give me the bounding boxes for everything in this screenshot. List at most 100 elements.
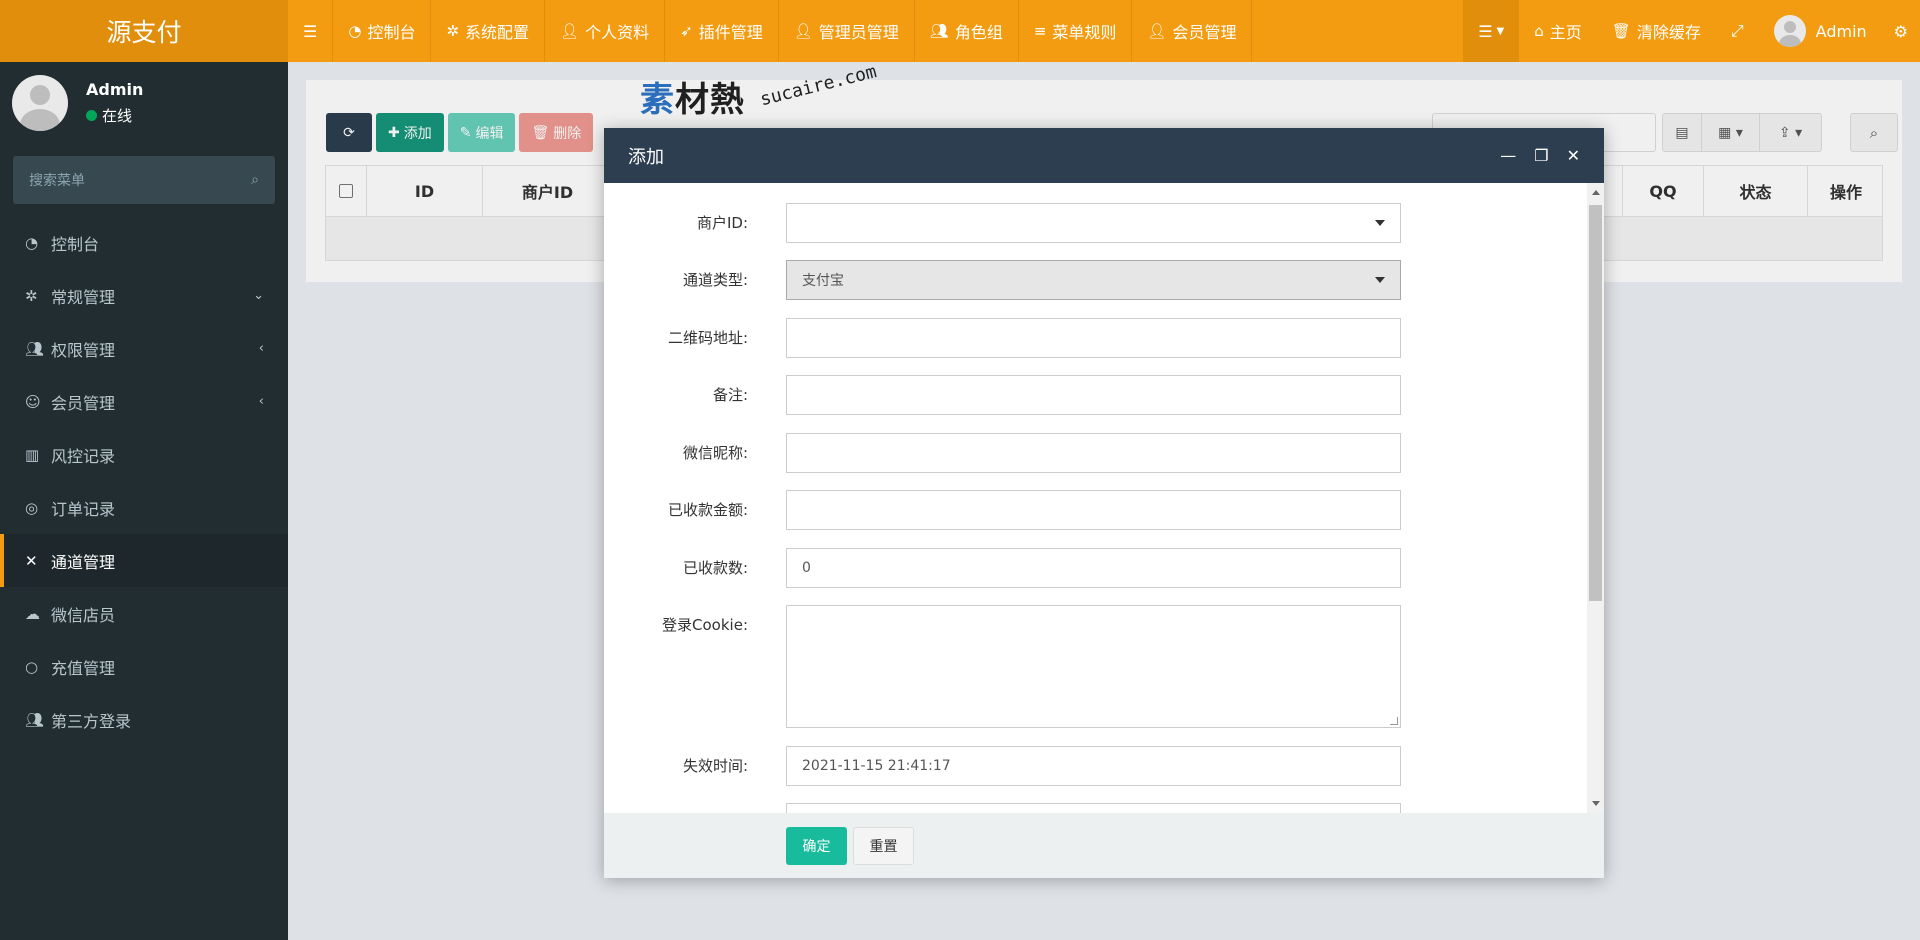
- cogs-icon: ⚙: [1893, 21, 1908, 41]
- sidebar-item-label: 微信店员: [51, 605, 116, 625]
- caret-down-icon: ▼: [1496, 25, 1505, 37]
- channel-type-value: 支付宝: [802, 273, 844, 289]
- channel-type-select[interactable]: 支付宝: [786, 260, 1401, 300]
- sidebar-item-members[interactable]: ☺ 会员管理 ‹: [0, 375, 288, 428]
- sidebar-item-label: 常规管理: [51, 287, 116, 307]
- field-label: 商户ID:: [696, 214, 748, 232]
- qrcode-url-input[interactable]: [786, 318, 1401, 358]
- home-link[interactable]: ⌂ 主页: [1519, 0, 1597, 62]
- nav-tab-menu-rules[interactable]: ≡ 菜单规则: [1019, 0, 1133, 62]
- home-icon: ⌂: [1534, 22, 1544, 40]
- settings-button[interactable]: ⚙: [1882, 0, 1920, 62]
- reset-button[interactable]: 重置: [853, 827, 914, 865]
- menu-search-input[interactable]: 搜索菜单 ⌕: [13, 156, 275, 204]
- scrollbar-thumb[interactable]: [1589, 205, 1602, 601]
- xing-icon: ✕: [25, 551, 38, 570]
- nav-tab-members[interactable]: 👤︎ 会员管理: [1132, 0, 1253, 62]
- sidebar-item-permissions[interactable]: 👥︎ 权限管理 ‹: [0, 322, 288, 375]
- minimize-icon[interactable]: —: [1500, 146, 1516, 165]
- group-icon: 👥︎: [25, 339, 45, 358]
- top-navbar: ☰ ◔ 控制台 ✲ 系统配置 👤︎ 个人资料 ➶ 插件管理 👤︎ 管理员管理 👥︎ 角色组 …: [288, 0, 1920, 62]
- list-icon: ☰: [1478, 21, 1493, 41]
- received-count-input[interactable]: 0: [786, 548, 1401, 588]
- sidebar-item-label: 风控记录: [51, 446, 116, 466]
- avatar: [1773, 15, 1806, 47]
- online-dot-icon: [86, 110, 97, 121]
- remark-input[interactable]: [786, 375, 1401, 415]
- user-name: Admin: [86, 80, 144, 99]
- nav-tab-admins[interactable]: 👤︎ 管理员管理: [779, 0, 915, 62]
- avatar: [12, 75, 68, 131]
- sidebar-item-label: 充值管理: [51, 658, 116, 678]
- maximize-icon[interactable]: ❐: [1534, 146, 1548, 165]
- close-icon[interactable]: ✕: [1567, 146, 1580, 165]
- sidebar-item-risk-records[interactable]: ▥ 风控记录: [0, 428, 288, 481]
- login-cookie-textarea[interactable]: [786, 605, 1401, 728]
- nav-tab-label: 个人资料: [585, 23, 650, 42]
- dashboard-icon: ◔: [348, 22, 362, 40]
- rocket-icon: ➶: [680, 22, 693, 40]
- nav-tab-label: 控制台: [367, 23, 416, 42]
- dialog-title: 添加: [628, 146, 664, 168]
- form-row-wechat-nick: 微信昵称:: [604, 433, 1401, 473]
- form-row-expire-time: 失效时间: 2021-11-15 21:41:17: [604, 746, 1401, 786]
- expire-time-input[interactable]: 2021-11-15 21:41:17: [786, 746, 1401, 786]
- nav-tab-role-group[interactable]: 👥︎ 角色组: [915, 0, 1019, 62]
- nav-tab-plugins[interactable]: ➶ 插件管理: [665, 0, 779, 62]
- dialog-body: 商户ID: 通道类型: 支付宝 二维码地址: 备注: 微信昵称: 已收款金额: …: [604, 183, 1604, 813]
- field-label: 微信昵称:: [682, 444, 748, 462]
- cogs-icon: ✲: [25, 286, 38, 305]
- sidebar-item-recharge[interactable]: ○ 充值管理: [0, 640, 288, 693]
- sidebar-item-third-party-login[interactable]: 👥︎ 第三方登录: [0, 693, 288, 746]
- status-label: 在线: [102, 107, 133, 125]
- user-panel: Admin 在线: [0, 62, 288, 144]
- scroll-up-icon[interactable]: [1592, 190, 1600, 195]
- received-amount-input[interactable]: [786, 490, 1401, 530]
- form-row-cookie: 登录Cookie:: [604, 605, 1401, 728]
- search-placeholder: 搜索菜单: [29, 173, 85, 189]
- nav-tab-system-config[interactable]: ✲ 系统配置: [431, 0, 546, 62]
- chevron-left-icon: ‹: [258, 394, 264, 409]
- more-tabs-dropdown[interactable]: ☰ ▼: [1463, 0, 1520, 62]
- hamburger-icon: ☰: [303, 21, 318, 41]
- sidebar-item-label: 权限管理: [51, 340, 116, 360]
- form-row-merchant-id: 商户ID:: [604, 203, 1401, 243]
- sidebar-toggle-button[interactable]: ☰: [288, 0, 334, 62]
- sidebar-item-general[interactable]: ✲ 常规管理 ⌄: [0, 269, 288, 322]
- nav-tab-label: 管理员管理: [818, 23, 899, 42]
- resize-grip-icon[interactable]: [1390, 717, 1398, 725]
- form-row-remark: 备注:: [604, 375, 1401, 415]
- sidebar: Admin 在线 搜索菜单 ⌕ ◔ 控制台 ✲ 常规管理 ⌄ 👥︎ 权限管理 ‹ ☺ 会员管…: [0, 62, 288, 940]
- cog-icon: ✲: [446, 22, 460, 40]
- chevron-left-icon: ‹: [258, 341, 264, 356]
- sidebar-item-wechat-clerks[interactable]: ☁ 微信店员: [0, 587, 288, 640]
- nav-tab-profile[interactable]: 👤︎ 个人资料: [545, 0, 666, 62]
- add-dialog: 添加 — ❐ ✕ 商户ID: 通道类型: 支付宝 二维码地址: 备注: 微信昵称…: [604, 128, 1604, 878]
- sidebar-item-channels[interactable]: ✕ 通道管理: [0, 534, 288, 587]
- chrome-icon: ◎: [25, 498, 39, 517]
- fullscreen-button[interactable]: ⤢: [1716, 0, 1759, 62]
- group-icon: 👥︎: [929, 22, 949, 40]
- search-icon: ⌕: [251, 172, 259, 188]
- confirm-button[interactable]: 确定: [786, 827, 847, 865]
- trash-icon: 🗑︎: [1611, 22, 1631, 40]
- sidebar-menu: ◔ 控制台 ✲ 常规管理 ⌄ 👥︎ 权限管理 ‹ ☺ 会员管理 ‹ ▥ 风控记录 ◎ 订单记录 ✕…: [0, 216, 288, 746]
- form-row-received-amount: 已收款金额:: [604, 490, 1401, 530]
- dialog-header: 添加 — ❐ ✕: [604, 128, 1604, 183]
- next-field-input[interactable]: [786, 803, 1401, 813]
- merchant-id-select[interactable]: [786, 203, 1401, 243]
- username-label: Admin: [1815, 21, 1867, 41]
- nav-tab-dashboard[interactable]: ◔ 控制台: [333, 0, 432, 62]
- user-menu[interactable]: Admin: [1759, 0, 1882, 62]
- scroll-down-icon[interactable]: [1592, 801, 1600, 806]
- sidebar-item-dashboard[interactable]: ◔ 控制台: [0, 216, 288, 269]
- clear-cache-button[interactable]: 🗑︎ 清除缓存: [1597, 0, 1716, 62]
- field-label: 通道类型:: [682, 271, 748, 289]
- wechat-nickname-input[interactable]: [786, 433, 1401, 473]
- user-icon: 👤︎: [793, 22, 813, 40]
- dialog-scrollbar[interactable]: [1587, 183, 1604, 813]
- field-label: 备注:: [712, 386, 748, 404]
- app-logo[interactable]: 源支付: [0, 0, 288, 62]
- sidebar-item-orders[interactable]: ◎ 订单记录: [0, 481, 288, 534]
- nav-tab-label: 角色组: [954, 23, 1003, 42]
